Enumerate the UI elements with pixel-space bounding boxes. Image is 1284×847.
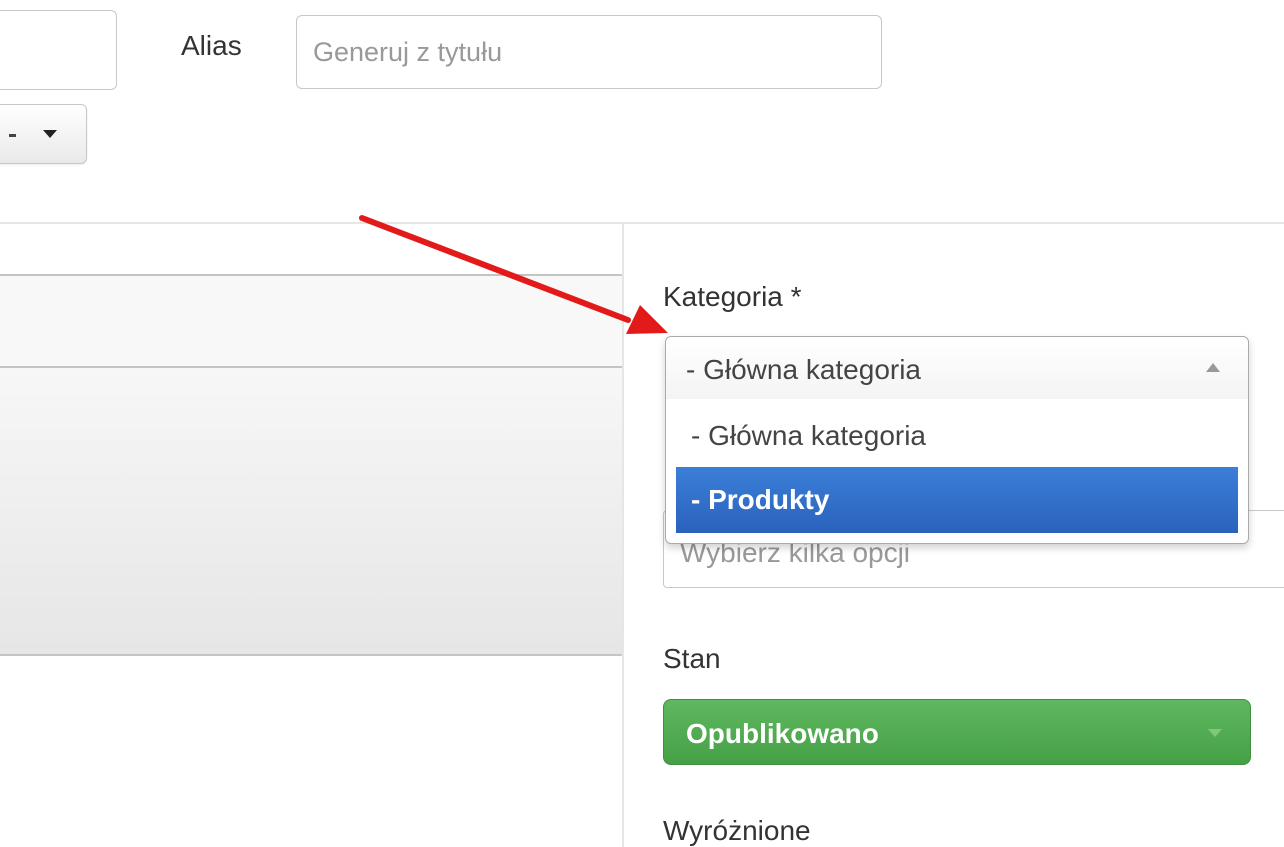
editor-toolbar	[0, 368, 622, 654]
featured-label: Wyróżnione	[663, 815, 811, 846]
chevron-down-icon	[1208, 729, 1222, 737]
alias-input[interactable]	[296, 15, 882, 89]
state-label: Stan	[663, 643, 721, 674]
horizontal-divider	[0, 222, 1284, 224]
vertical-divider	[622, 224, 624, 847]
arrow-head-icon	[626, 305, 668, 334]
state-selected-value: Opublikowano	[686, 718, 879, 749]
category-select-current[interactable]: - Główna kategoria	[666, 337, 1248, 399]
title-input[interactable]	[0, 10, 117, 90]
caret-down-icon	[43, 130, 57, 138]
category-selected-value: - Główna kategoria	[686, 354, 922, 385]
category-option-produkty[interactable]: - Produkty	[676, 467, 1238, 533]
content-editor[interactable]	[0, 274, 624, 656]
editor-header	[0, 276, 622, 368]
category-option-glowna[interactable]: - Główna kategoria	[676, 403, 1238, 469]
state-select[interactable]: Opublikowano	[663, 699, 1251, 765]
category-label: Kategoria *	[663, 281, 802, 312]
editor-dropdown-button[interactable]	[0, 104, 87, 164]
alias-label: Alias	[181, 30, 242, 61]
chevron-up-icon	[1206, 363, 1220, 372]
dash-icon	[9, 134, 16, 137]
category-select[interactable]: - Główna kategoria - Główna kategoria - …	[665, 336, 1249, 544]
